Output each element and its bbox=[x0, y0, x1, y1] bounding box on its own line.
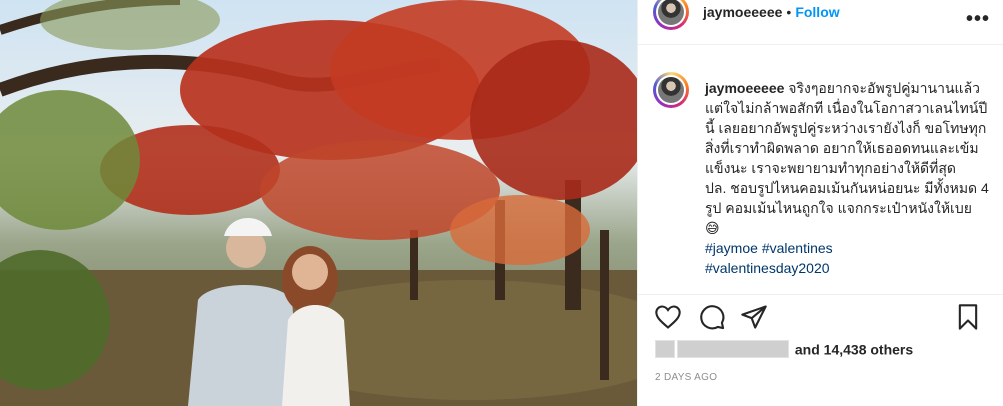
photo-scene bbox=[0, 0, 637, 406]
post-side-panel: jaymoeeeee • Follow ••• jaymoeeeee จริงๆอย… bbox=[637, 0, 1003, 406]
avatar-image bbox=[658, 0, 684, 25]
header-user-row: jaymoeeeee • Follow bbox=[703, 4, 840, 22]
liker-avatar-blurred bbox=[655, 340, 675, 359]
hashtag-valentines[interactable]: #valentines bbox=[762, 240, 833, 256]
hashtag-jaymoe[interactable]: #jaymoe bbox=[705, 240, 758, 256]
hashtag-valentinesday2020[interactable]: #valentinesday2020 bbox=[705, 258, 990, 278]
follow-button[interactable]: Follow bbox=[795, 4, 839, 20]
share-icon[interactable] bbox=[740, 303, 768, 331]
caption: jaymoeeeee จริงๆอยากจะอัพรูปคู่มานานแล้ว… bbox=[705, 78, 990, 278]
likes-count[interactable]: and 14,438 others bbox=[795, 341, 913, 357]
avatar[interactable] bbox=[653, 0, 689, 30]
post-photo[interactable] bbox=[0, 0, 637, 406]
more-options-icon[interactable]: ••• bbox=[966, 8, 990, 31]
bookmark-icon[interactable] bbox=[954, 303, 982, 331]
likes-row: and 14,438 others bbox=[655, 340, 995, 362]
caption-avatar[interactable] bbox=[653, 72, 689, 108]
caption-area: jaymoeeeee จริงๆอยากจะอัพรูปคู่มานานแล้ว… bbox=[638, 58, 1003, 294]
caption-avatar-image bbox=[658, 77, 684, 103]
action-bar bbox=[638, 294, 1003, 341]
comment-icon[interactable] bbox=[698, 303, 726, 331]
caption-ps: ปล. ชอบรูปไหนคอมเม้นกันหน่อยนะ มีทั้งหมด… bbox=[705, 180, 989, 236]
separator-dot: • bbox=[786, 4, 792, 20]
liker-name-blurred bbox=[677, 340, 789, 359]
post-timestamp[interactable]: 2 DAYS AGO bbox=[655, 372, 717, 383]
heart-icon[interactable] bbox=[654, 303, 682, 331]
header-username[interactable]: jaymoeeeee bbox=[703, 4, 782, 20]
caption-username[interactable]: jaymoeeeee bbox=[705, 80, 784, 96]
post-header: jaymoeeeee • Follow ••• bbox=[638, 0, 1003, 45]
